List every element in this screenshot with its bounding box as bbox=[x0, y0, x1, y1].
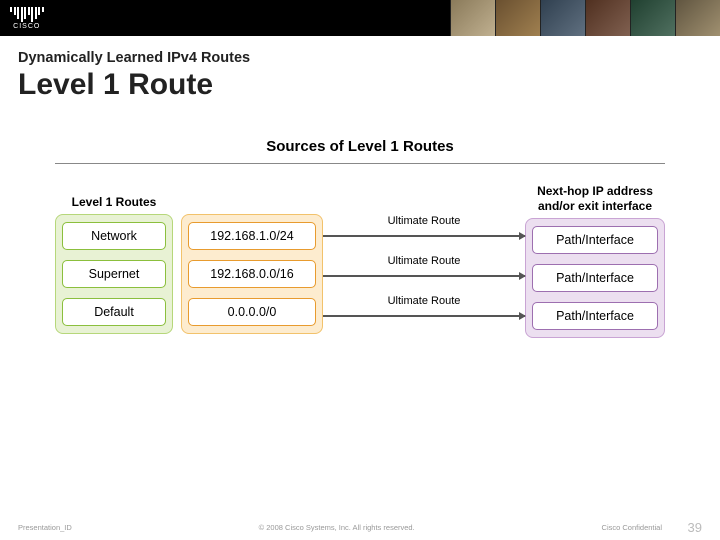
diagram: Sources of Level 1 Routes Level 1 Routes… bbox=[55, 138, 665, 338]
route-type-box: Default bbox=[62, 298, 166, 326]
prefix-box: 192.168.1.0/24 bbox=[188, 222, 316, 250]
nexthop-box: Path/Interface bbox=[532, 264, 658, 292]
route-type-box: Network bbox=[62, 222, 166, 250]
photo-strip bbox=[450, 0, 720, 36]
logo-bars-icon bbox=[10, 7, 44, 22]
prefix-box: 192.168.0.0/16 bbox=[188, 260, 316, 288]
presentation-id: Presentation_ID bbox=[18, 523, 72, 532]
arrow-icon bbox=[323, 235, 525, 237]
arrow-column: Ultimate Route Ultimate Route Ultimate R… bbox=[323, 214, 525, 338]
arrow-row: Ultimate Route bbox=[323, 301, 525, 331]
route-type-box: Supernet bbox=[62, 260, 166, 288]
arrow-label: Ultimate Route bbox=[384, 295, 465, 307]
left-column-heading: Level 1 Routes bbox=[55, 184, 173, 214]
copyright-text: © 2008 Cisco Systems, Inc. All rights re… bbox=[72, 523, 602, 532]
slide-footer: Presentation_ID © 2008 Cisco Systems, In… bbox=[0, 523, 720, 532]
slide-title: Level 1 Route bbox=[18, 68, 702, 102]
prefix-group: 192.168.1.0/24 192.168.0.0/16 0.0.0.0/0 bbox=[181, 214, 323, 334]
slide-header: Dynamically Learned IPv4 Routes Level 1 … bbox=[0, 36, 720, 108]
arrow-icon bbox=[323, 275, 525, 277]
diagram-rule bbox=[55, 163, 665, 164]
nexthop-group: Path/Interface Path/Interface Path/Inter… bbox=[525, 218, 665, 338]
diagram-title: Sources of Level 1 Routes bbox=[55, 138, 665, 155]
arrow-label: Ultimate Route bbox=[384, 215, 465, 227]
arrow-row: Ultimate Route bbox=[323, 221, 525, 251]
arrow-label: Ultimate Route bbox=[384, 255, 465, 267]
arrow-icon bbox=[323, 315, 525, 317]
right-column-heading: Next-hop IP address and/or exit interfac… bbox=[525, 184, 665, 218]
prefix-box: 0.0.0.0/0 bbox=[188, 298, 316, 326]
arrow-row: Ultimate Route bbox=[323, 261, 525, 291]
nexthop-box: Path/Interface bbox=[532, 226, 658, 254]
top-bar: CISCO bbox=[0, 0, 720, 36]
level1-routes-group: Network Supernet Default bbox=[55, 214, 173, 334]
confidential-text: Cisco Confidential bbox=[602, 523, 662, 532]
cisco-logo: CISCO bbox=[10, 7, 44, 30]
slide-subtitle: Dynamically Learned IPv4 Routes bbox=[18, 50, 702, 66]
page-number: 39 bbox=[688, 520, 702, 535]
nexthop-box: Path/Interface bbox=[532, 302, 658, 330]
